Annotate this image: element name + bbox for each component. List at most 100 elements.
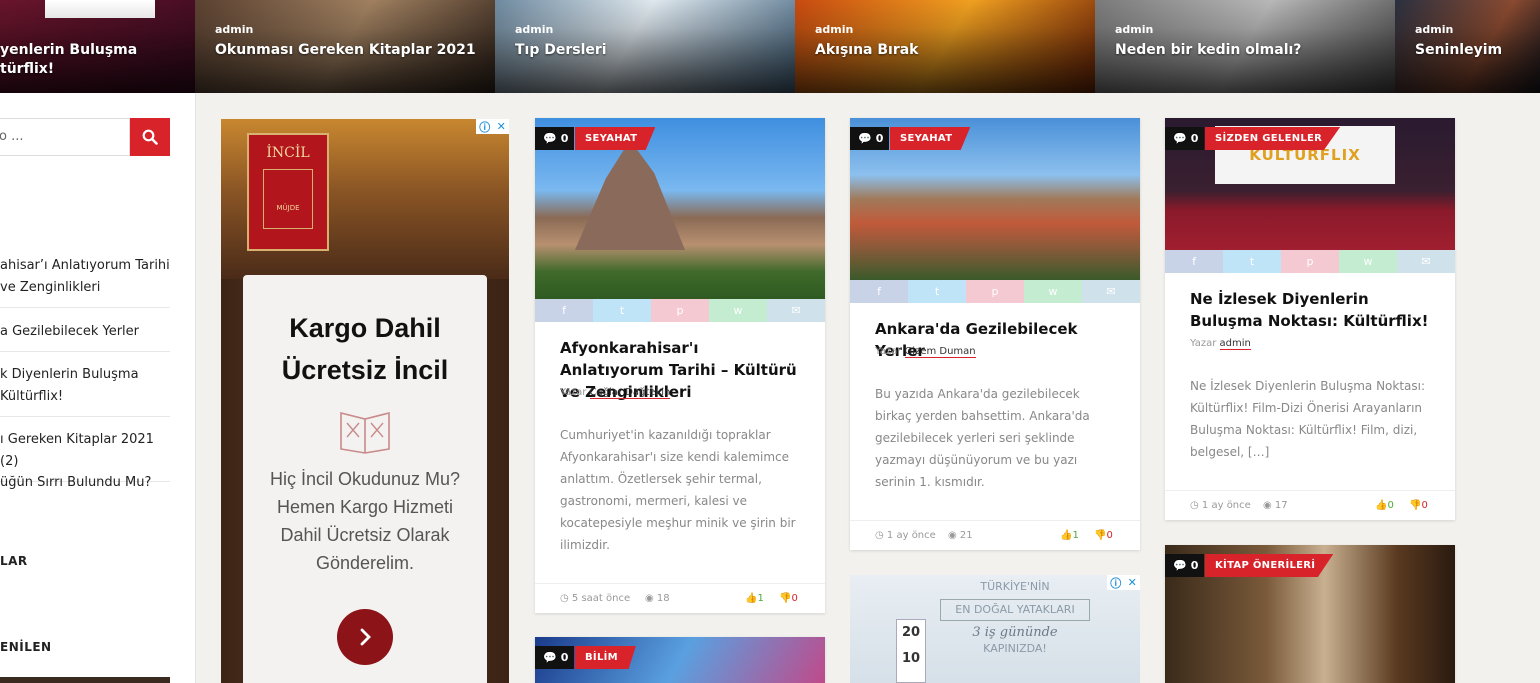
- ad2-line: EN DOĞAL YATAKLARI: [940, 599, 1090, 621]
- email-icon: ✉: [1421, 255, 1431, 268]
- post-footer: ◷ 1 ay önce ◉ 17 👍0 👎0: [1165, 490, 1455, 520]
- slide-title[interactable]: Okunması Gereken Kitaplar 2021: [215, 41, 476, 60]
- slide-2[interactable]: admin Okunması Gereken Kitaplar 2021: [195, 0, 495, 93]
- dislike-button[interactable]: 👎0: [1094, 530, 1113, 541]
- ad-card[interactable]: Kargo Dahil Ücretsiz İncil Hiç İncil Okud…: [243, 275, 487, 683]
- advertisement-2[interactable]: 20 10 TÜRKİYE'NİN EN DOĞAL YATAKLARI 3 iş…: [850, 575, 1140, 683]
- sidebar-post-line: a Gezilebilecek Yerler: [0, 324, 140, 339]
- dislike-button[interactable]: 👎0: [1409, 500, 1428, 511]
- sidebar-post-link[interactable]: k Diyenlerin Buluşma Kültürflix!: [0, 364, 170, 417]
- dislike-button[interactable]: 👎0: [779, 593, 798, 604]
- sidebar-post-line: ahisar’ı Anlatıyorum Tarihi: [0, 258, 170, 273]
- facebook-share-button[interactable]: f: [1165, 250, 1223, 273]
- category-badge[interactable]: BİLİM: [575, 646, 636, 669]
- comment-count[interactable]: 💬 0: [535, 127, 575, 150]
- ad2-number: 20: [901, 625, 921, 640]
- slide-author[interactable]: admin: [815, 23, 853, 36]
- twitter-share-button[interactable]: t: [593, 299, 651, 322]
- email-share-button[interactable]: ✉: [1082, 280, 1140, 303]
- pinterest-share-button[interactable]: p: [651, 299, 709, 322]
- whatsapp-share-button[interactable]: w: [1024, 280, 1082, 303]
- slide-title[interactable]: yenlerin Buluşma türflix!: [0, 41, 137, 79]
- ad-next-button[interactable]: [337, 609, 393, 665]
- slide-3[interactable]: admin Tıp Dersleri: [495, 0, 795, 93]
- search-input[interactable]: o ...: [0, 118, 130, 156]
- close-icon[interactable]: ✕: [497, 120, 506, 133]
- comment-count[interactable]: 💬 0: [1165, 554, 1205, 577]
- slide-author[interactable]: admin: [1115, 23, 1153, 36]
- pinterest-share-button[interactable]: p: [1281, 250, 1339, 273]
- category-badge[interactable]: SEYAHAT: [575, 127, 656, 150]
- category-badge[interactable]: SEYAHAT: [890, 127, 971, 150]
- sidebar-thumbnail[interactable]: [0, 677, 170, 683]
- sidebar-post-link[interactable]: ahisar’ı Anlatıyorum Tarihi ve Zenginlik…: [0, 255, 170, 308]
- email-share-button[interactable]: ✉: [1397, 250, 1455, 273]
- twitter-share-button[interactable]: t: [908, 280, 966, 303]
- view-count-value: 21: [959, 530, 973, 541]
- facebook-share-button[interactable]: f: [850, 280, 908, 303]
- facebook-share-button[interactable]: f: [535, 299, 593, 322]
- like-button[interactable]: 👍1: [745, 593, 764, 604]
- comment-icon: 💬: [858, 132, 872, 145]
- byline-label: Yazar: [560, 387, 587, 398]
- post-card[interactable]: 💬 0 BİLİM: [535, 637, 825, 683]
- like-button[interactable]: 👍1: [1060, 530, 1079, 541]
- post-excerpt: Ne İzlesek Diyenlerin Buluşma Noktası: K…: [1190, 379, 1426, 459]
- close-icon[interactable]: ✕: [1128, 576, 1137, 589]
- slide-title[interactable]: Seninleyim: [1415, 41, 1502, 60]
- author-link[interactable]: admin: [1219, 338, 1251, 350]
- post-title[interactable]: Ne İzlesek Diyenlerin Buluşma Noktası: K…: [1190, 288, 1435, 332]
- slide-title[interactable]: Tıp Dersleri: [515, 41, 607, 60]
- comment-count-value: 0: [560, 651, 569, 664]
- slide-1[interactable]: yenlerin Buluşma türflix!: [0, 0, 195, 93]
- pinterest-icon: p: [1306, 255, 1314, 268]
- slide-author[interactable]: admin: [215, 23, 253, 36]
- pinterest-icon: p: [991, 285, 999, 298]
- sidebar-post-link[interactable]: a Gezilebilecek Yerler: [0, 321, 170, 352]
- ad-choices[interactable]: ⓘ ✕: [476, 119, 509, 134]
- post-card[interactable]: 💬 0 KİTAP ÖNERİLERİ: [1165, 545, 1455, 683]
- thumbs-up-icon: 👍: [1060, 530, 1073, 541]
- category-badge[interactable]: KİTAP ÖNERİLERİ: [1205, 554, 1334, 577]
- comment-count[interactable]: 💬 0: [535, 646, 575, 669]
- post-card[interactable]: 💬 0 SEYAHAT f t p w ✉ Ankara'da Gezilebil…: [850, 118, 1140, 550]
- facebook-icon: f: [877, 285, 881, 298]
- ad-info-icon[interactable]: ⓘ: [479, 119, 490, 135]
- ad-book-emblem: MÜJDE: [263, 169, 313, 229]
- category-badge[interactable]: SİZDEN GELENLER: [1205, 127, 1341, 150]
- sidebar-post-link[interactable]: üğün Sırrı Bulundu Mu?: [0, 472, 170, 502]
- view-count: ◉ 18: [645, 593, 670, 604]
- pinterest-share-button[interactable]: p: [966, 280, 1024, 303]
- like-count: 1: [757, 593, 764, 604]
- author-link[interactable]: Gizem Duman: [904, 346, 976, 358]
- slide-title-line: türflix!: [0, 61, 55, 77]
- slide-author[interactable]: admin: [1415, 23, 1453, 36]
- email-icon: ✉: [1106, 285, 1116, 298]
- advertisement[interactable]: İNCİL MÜJDE Kargo Dahil Ücretsiz İncil Hi…: [221, 119, 509, 683]
- slide-5[interactable]: admin Neden bir kedin olmalı?: [1095, 0, 1395, 93]
- post-card[interactable]: KÜLTÜRFLIX 💬 0 SİZDEN GELENLER f t p w ✉ …: [1165, 118, 1455, 520]
- comment-count[interactable]: 💬 0: [1165, 127, 1205, 150]
- post-byline: Yazar Gizem Duman: [875, 346, 976, 358]
- whatsapp-share-button[interactable]: w: [709, 299, 767, 322]
- like-button[interactable]: 👍0: [1375, 500, 1394, 511]
- whatsapp-share-button[interactable]: w: [1339, 250, 1397, 273]
- author-link[interactable]: Çağlar Dağtekin: [589, 387, 671, 399]
- ad-headline-line: Kargo Dahil: [289, 313, 441, 343]
- twitter-share-button[interactable]: t: [1223, 250, 1281, 273]
- slide-title[interactable]: Akışına Bırak: [815, 41, 919, 60]
- post-card[interactable]: 💬 0 SEYAHAT f t p w ✉ Afyonkarahisar'ı An…: [535, 118, 825, 613]
- ad2-line: 3 iş gününde: [972, 625, 1058, 640]
- ad-choices[interactable]: ⓘ ✕: [1107, 575, 1140, 590]
- slide-title[interactable]: Neden bir kedin olmalı?: [1115, 41, 1301, 60]
- slide-6[interactable]: admin Seninleyim: [1395, 0, 1540, 93]
- email-share-button[interactable]: ✉: [767, 299, 825, 322]
- featured-slider: yenlerin Buluşma türflix! admin Okunması …: [0, 0, 1540, 93]
- ad-info-icon[interactable]: ⓘ: [1110, 575, 1121, 591]
- post-excerpt: Bu yazıda Ankara'da gezilebilecek birkaç…: [875, 387, 1090, 489]
- slide-4[interactable]: admin Akışına Bırak: [795, 0, 1095, 93]
- search-button[interactable]: [130, 118, 170, 156]
- comment-count[interactable]: 💬 0: [850, 127, 890, 150]
- post-byline: Yazar Çağlar Dağtekin: [560, 387, 671, 399]
- slide-author[interactable]: admin: [515, 23, 553, 36]
